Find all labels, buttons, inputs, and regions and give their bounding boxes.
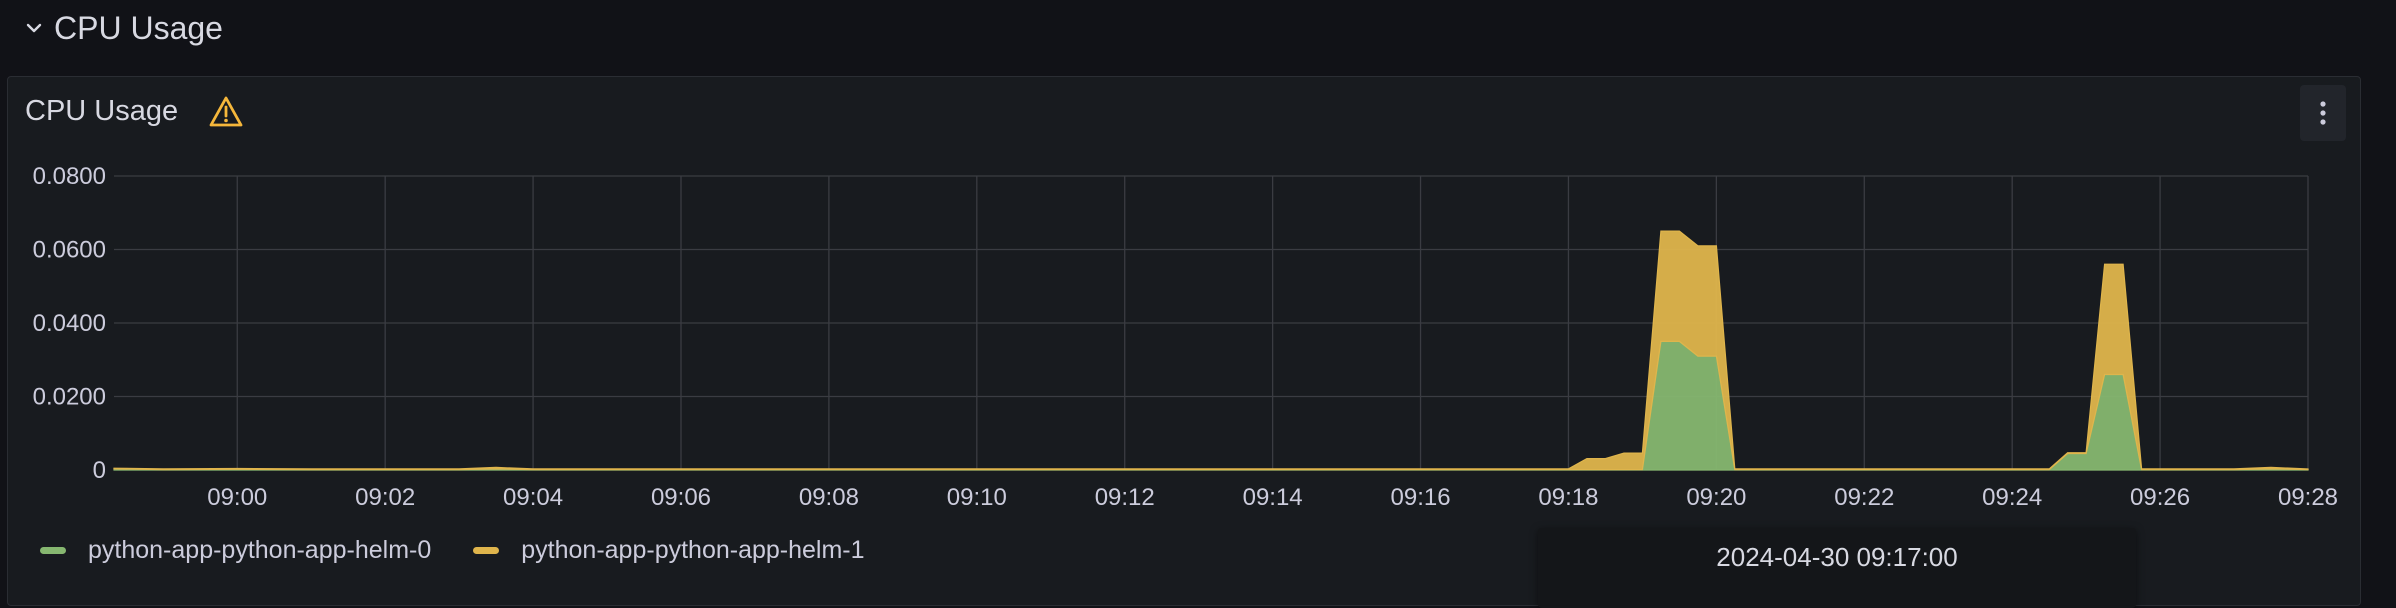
x-tick-label: 09:10 <box>947 484 1007 511</box>
x-tick-label: 09:18 <box>1538 484 1598 511</box>
legend-item-helm-0[interactable]: python-app-python-app-helm-0 <box>40 536 431 565</box>
chart-grid <box>114 175 2309 471</box>
y-tick-label: 0.0800 <box>33 163 106 190</box>
chart-areas <box>113 230 2309 471</box>
x-tick-label: 09:08 <box>799 484 859 511</box>
x-tick-label: 09:12 <box>1095 484 1155 511</box>
legend-swatch-helm-1 <box>473 546 500 554</box>
x-tick-label: 09:04 <box>503 484 563 511</box>
x-tick-label: 09:28 <box>2278 484 2338 511</box>
x-tick-label: 09:06 <box>651 484 711 511</box>
x-tick-label: 09:20 <box>1686 484 1746 511</box>
y-tick-label: 0.0600 <box>33 237 106 264</box>
x-tick-label: 09:02 <box>355 484 415 511</box>
x-tick-label: 09:00 <box>207 484 267 511</box>
x-tick-label: 09:16 <box>1391 484 1451 511</box>
x-axis: 09:00 09:02 09:04 09:06 09:08 09:10 09:12 09:14… <box>207 484 2338 511</box>
tooltip-time: 2024-04-30 09:17:00 <box>1716 542 1958 572</box>
cpu-usage-chart[interactable]: 00.02000.04000.06000.0800 09:00 09:02 09:0… <box>0 0 2396 520</box>
legend-label-helm-1: python-app-python-app-helm-1 <box>521 535 865 564</box>
x-tick-label: 09:24 <box>1982 484 2042 511</box>
y-tick-label: 0.0400 <box>33 310 106 337</box>
x-tick-label: 09:26 <box>2130 484 2190 511</box>
y-tick-label: 0 <box>93 457 106 484</box>
chart-legend: python-app-python-app-helm-0 python-app-… <box>40 532 865 568</box>
legend-item-helm-1[interactable]: python-app-python-app-helm-1 <box>473 535 865 565</box>
legend-label-helm-0: python-app-python-app-helm-0 <box>88 535 432 564</box>
y-tick-label: 0.0200 <box>33 384 106 411</box>
y-axis: 0 0.0200 0.0400 0.0600 0.0800 <box>33 163 106 484</box>
area-series-helm-0[interactable] <box>113 340 2309 471</box>
chart-tooltip: 2024-04-30 09:17:00 <box>1538 528 2136 608</box>
x-tick-label: 09:22 <box>1834 484 1894 511</box>
legend-swatch-helm-0 <box>40 546 66 554</box>
x-tick-label: 09:14 <box>1243 484 1303 511</box>
area-series-helm-1[interactable] <box>113 230 2309 471</box>
